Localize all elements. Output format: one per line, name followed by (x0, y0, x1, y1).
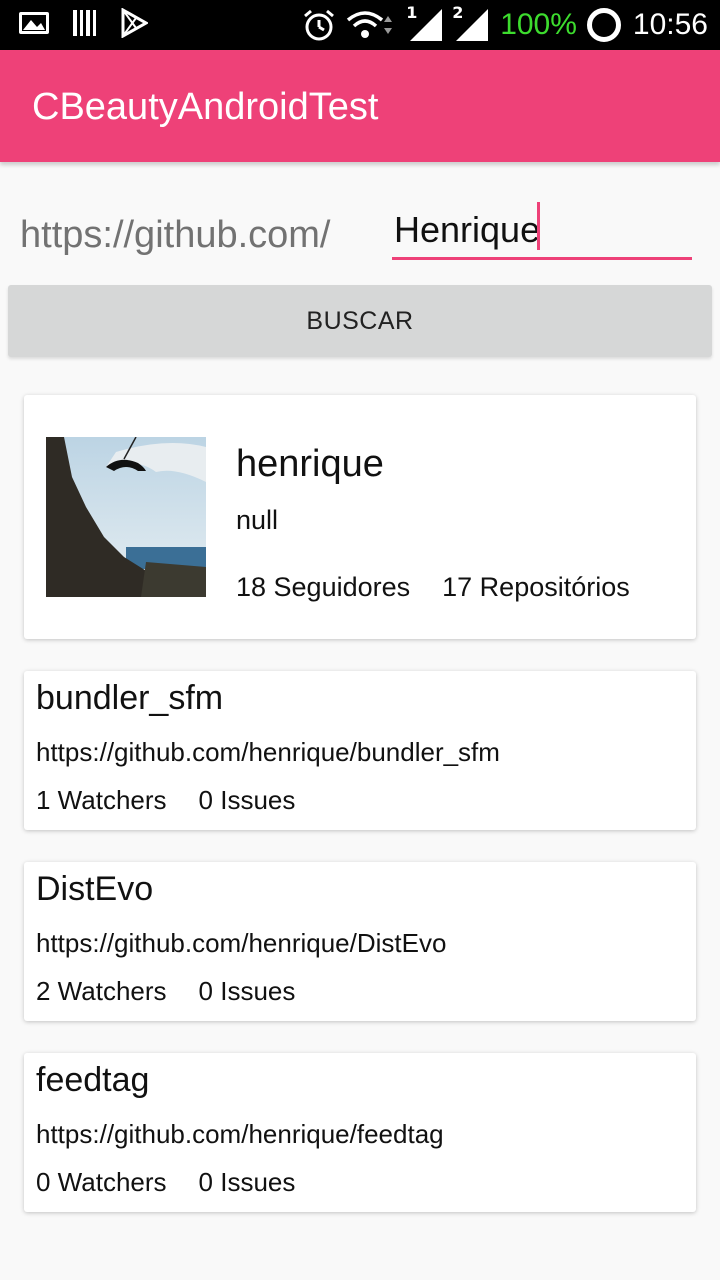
repo-name: bundler_sfm (36, 679, 224, 717)
watchers-count: 2 Watchers (36, 976, 167, 1006)
repo-stats: 1 Watchers 0 Issues (36, 785, 295, 816)
username-input[interactable] (392, 202, 692, 260)
alarm-icon (304, 9, 335, 41)
user-bio: null (236, 505, 279, 535)
issues-count: 0 Issues (198, 976, 296, 1006)
battery-level: 100% (500, 8, 577, 41)
app-title: CBeautyAndroidTest (32, 86, 379, 128)
system-icons: 1 2 100% 10:56 (302, 3, 708, 46)
repo-url[interactable]: https://github.com/henrique/bundler_sfm (36, 737, 500, 768)
issues-count: 0 Issues (198, 1167, 296, 1197)
status-bar: 1 2 100% 10:56 (0, 0, 720, 50)
image-icon (19, 12, 49, 34)
repo-stats: 0 Watchers 0 Issues (36, 1167, 295, 1198)
text-cursor (537, 202, 540, 250)
clock: 10:56 (632, 8, 708, 41)
repos-count: 17 Repositórios (442, 572, 630, 602)
user-card[interactable]: henrique null 18 Seguidores 17 Repositór… (24, 395, 696, 639)
signal-icon: 2 (452, 3, 490, 43)
signal-icon: 1 (406, 3, 444, 43)
repo-stats: 2 Watchers 0 Issues (36, 976, 295, 1007)
search-button[interactable]: BUSCAR (8, 285, 712, 357)
barcode-icon (73, 10, 96, 36)
repo-card[interactable]: bundler_sfm https://github.com/henrique/… (24, 671, 696, 830)
battery-icon (586, 8, 621, 42)
url-prefix-label: https://github.com/ (20, 214, 331, 256)
sim2-label: 2 (452, 3, 464, 22)
watchers-count: 0 Watchers (36, 1167, 167, 1197)
app-bar: CBeautyAndroidTest (0, 50, 720, 162)
user-stats: 18 Seguidores 17 Repositórios (236, 572, 630, 603)
wifi-icon (347, 11, 393, 38)
repo-name: feedtag (36, 1061, 150, 1099)
user-login: henrique (236, 443, 384, 485)
repo-name: DistEvo (36, 870, 154, 908)
repo-card[interactable]: feedtag https://github.com/henrique/feed… (24, 1053, 696, 1212)
sim1-label: 1 (406, 3, 418, 22)
issues-count: 0 Issues (198, 785, 296, 815)
play-store-icon (121, 8, 148, 38)
followers-count: 18 Seguidores (236, 572, 411, 602)
repo-url[interactable]: https://github.com/henrique/feedtag (36, 1119, 444, 1150)
notification-icons (18, 8, 148, 38)
repo-card[interactable]: DistEvo https://github.com/henrique/Dist… (24, 862, 696, 1021)
repo-url[interactable]: https://github.com/henrique/DistEvo (36, 928, 446, 959)
avatar (46, 437, 206, 597)
watchers-count: 1 Watchers (36, 785, 167, 815)
